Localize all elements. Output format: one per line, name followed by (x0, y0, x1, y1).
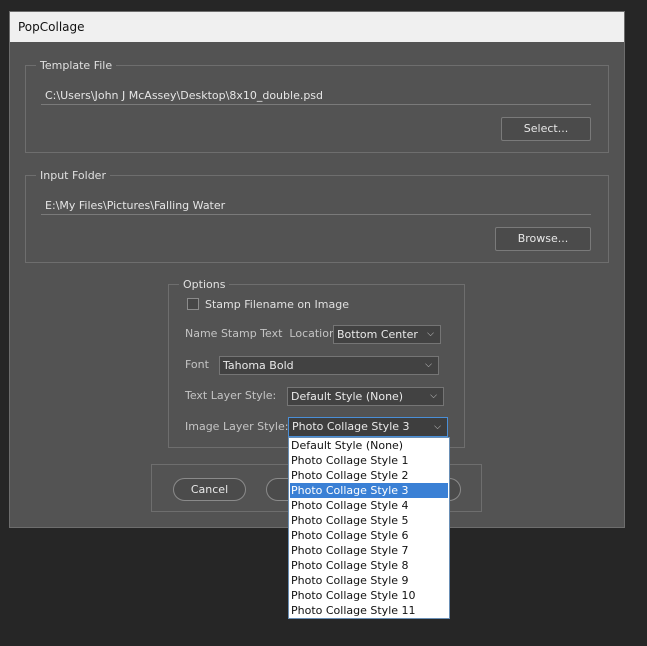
font-label: Font (185, 358, 209, 371)
stamp-filename-checkbox[interactable] (187, 298, 199, 310)
input-folder-path: E:\My Files\Pictures\Falling Water (45, 199, 226, 212)
chevron-down-icon: ⌵ (430, 391, 437, 401)
text-layer-style-label: Text Layer Style: (185, 389, 277, 402)
list-option[interactable]: Photo Collage Style 4 (290, 498, 448, 513)
name-stamp-location-label: Name Stamp Text Location: (185, 327, 340, 340)
list-option[interactable]: Photo Collage Style 6 (290, 528, 448, 543)
input-folder-underline (41, 214, 591, 215)
template-file-underline (41, 104, 591, 105)
template-file-legend: Template File (36, 59, 117, 73)
list-option[interactable]: Photo Collage Style 5 (290, 513, 448, 528)
cancel-button[interactable]: Cancel (173, 478, 246, 501)
chevron-down-icon: ⌵ (434, 422, 441, 432)
location-dropdown[interactable]: Bottom Center ⌵ (333, 325, 441, 344)
image-layer-style-value: Photo Collage Style 3 (292, 420, 410, 433)
chevron-down-icon: ⌵ (425, 360, 432, 370)
list-option[interactable]: Default Style (None) (290, 438, 448, 453)
list-option[interactable]: Photo Collage Style 8 (290, 558, 448, 573)
select-button[interactable]: Select... (501, 117, 591, 141)
template-file-path: C:\Users\John J McAssey\Desktop\8x10_dou… (45, 89, 324, 102)
list-option-selected[interactable]: Photo Collage Style 3 (290, 483, 448, 498)
browse-button[interactable]: Browse... (495, 227, 591, 251)
list-option[interactable]: Photo Collage Style 9 (290, 573, 448, 588)
stamp-filename-label: Stamp Filename on Image (205, 298, 349, 311)
image-layer-style-dropdown[interactable]: Photo Collage Style 3 ⌵ (288, 417, 448, 437)
font-dropdown[interactable]: Tahoma Bold ⌵ (219, 356, 439, 375)
list-option[interactable]: Photo Collage Style 11 (290, 603, 448, 618)
window-title: PopCollage (10, 12, 624, 42)
list-option[interactable]: Photo Collage Style 2 (290, 468, 448, 483)
location-value: Bottom Center (337, 328, 418, 341)
input-folder-legend: Input Folder (36, 169, 110, 183)
list-option[interactable]: Photo Collage Style 7 (290, 543, 448, 558)
list-option[interactable]: Photo Collage Style 10 (290, 588, 448, 603)
list-option[interactable]: Photo Collage Style 1 (290, 453, 448, 468)
image-layer-style-label: Image Layer Style: (185, 420, 289, 433)
image-layer-style-list: Default Style (None) Photo Collage Style… (288, 437, 450, 619)
chevron-down-icon: ⌵ (427, 329, 434, 339)
text-layer-style-dropdown[interactable]: Default Style (None) ⌵ (287, 387, 444, 406)
font-value: Tahoma Bold (223, 359, 294, 372)
text-layer-style-value: Default Style (None) (291, 390, 404, 403)
options-legend: Options (179, 278, 230, 292)
